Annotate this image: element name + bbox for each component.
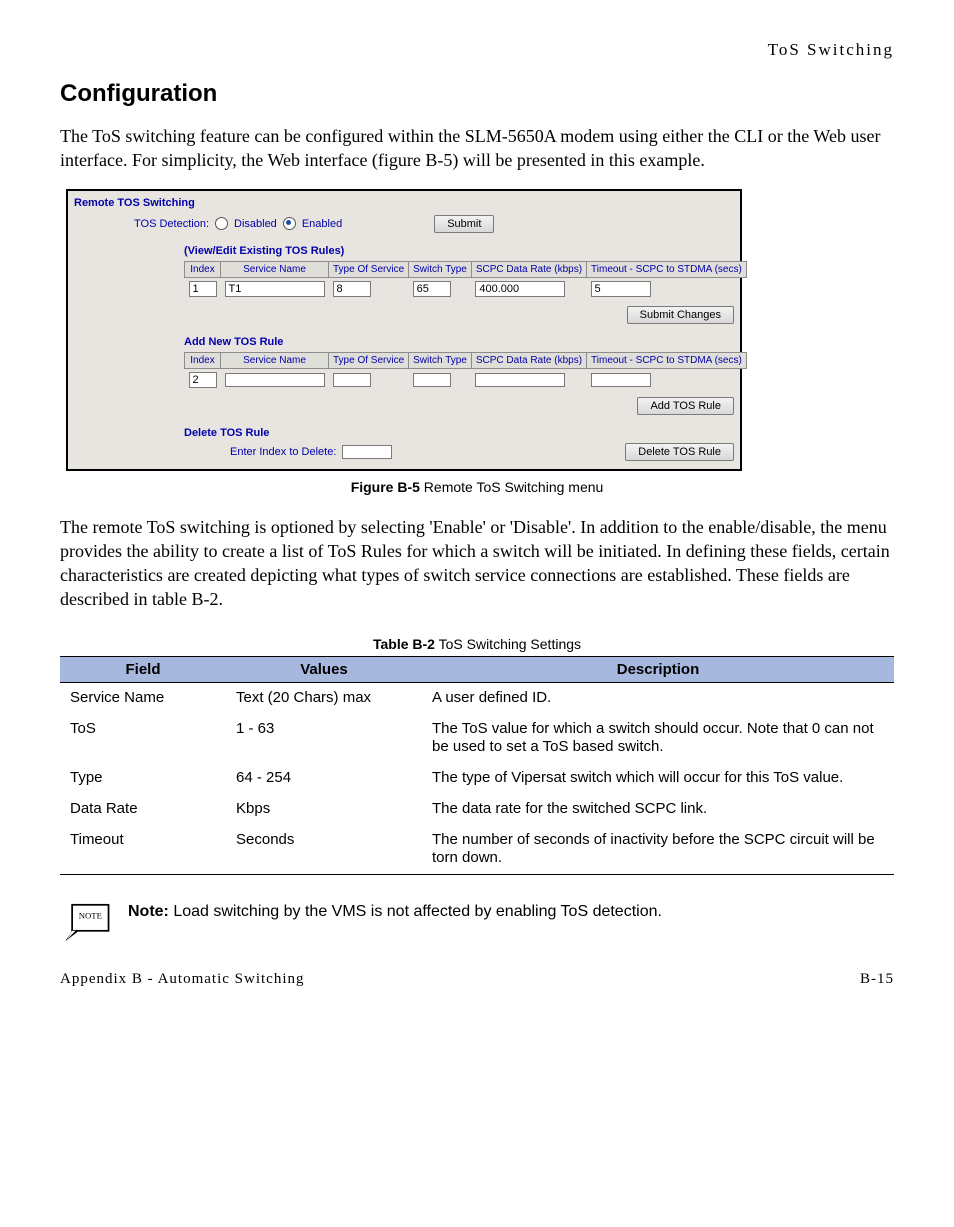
add-service[interactable] (225, 373, 325, 387)
th-field: Field (60, 656, 226, 682)
cell-desc: The ToS value for which a switch should … (422, 714, 894, 764)
submit-button[interactable]: Submit (434, 215, 494, 233)
cell-values: Text (20 Chars) max (226, 682, 422, 713)
add-rule-table: Index Service Name Type Of Service Switc… (184, 352, 747, 391)
delete-rule-title: Delete TOS Rule (184, 427, 734, 439)
th-values: Values (226, 656, 422, 682)
svg-text:NOTE: NOTE (79, 911, 102, 921)
footer-left: Appendix B - Automatic Switching (60, 971, 304, 988)
existing-rules-table: Index Service Name Type Of Service Switc… (184, 261, 747, 300)
paragraph-2: The remote ToS switching is optioned by … (60, 515, 894, 612)
note-icon: NOTE (60, 903, 112, 943)
table-caption: Table B-2 ToS Switching Settings (60, 636, 894, 652)
radio-disabled-label: Disabled (234, 218, 277, 230)
table-row: Service Name Text (20 Chars) max A user … (60, 682, 894, 713)
note-bold: Note: (128, 903, 169, 920)
cell-field: ToS (60, 714, 226, 764)
col-index: Index (185, 261, 221, 277)
figure-caption: Figure B-5 Remote ToS Switching menu (60, 479, 894, 495)
table-row: Data Rate Kbps The data rate for the swi… (60, 794, 894, 825)
figure-caption-bold: Figure B-5 (351, 479, 420, 495)
screenshot-panel: Remote TOS Switching TOS Detection: Disa… (66, 189, 742, 471)
table-row: 1 T1 8 65 400.000 5 (185, 277, 747, 300)
cell-desc: The data rate for the switched SCPC link… (422, 794, 894, 825)
col-switch: Switch Type (409, 352, 472, 368)
figure-caption-text: Remote ToS Switching menu (420, 479, 603, 495)
add-timeout[interactable] (591, 373, 651, 387)
add-tos[interactable] (333, 373, 371, 387)
col-service: Service Name (221, 352, 329, 368)
radio-disabled[interactable] (215, 217, 228, 230)
existing-switch[interactable]: 65 (413, 281, 451, 297)
table-row: ToS 1 - 63 The ToS value for which a swi… (60, 714, 894, 764)
settings-table: Field Values Description Service Name Te… (60, 656, 894, 875)
add-index[interactable]: 2 (189, 372, 217, 388)
tos-detection-row: TOS Detection: Disabled Enabled Submit (134, 215, 734, 233)
cell-field: Timeout (60, 825, 226, 875)
panel-legend: Remote TOS Switching (74, 197, 734, 209)
delete-label: Enter Index to Delete: (230, 446, 336, 458)
table-caption-bold: Table B-2 (373, 636, 435, 652)
paragraph-1: The ToS switching feature can be configu… (60, 124, 894, 173)
add-rule-title: Add New TOS Rule (184, 336, 734, 348)
radio-enabled[interactable] (283, 217, 296, 230)
col-switch: Switch Type (409, 261, 472, 277)
cell-values: 64 - 254 (226, 763, 422, 794)
note-block: NOTE Note: Load switching by the VMS is … (60, 903, 894, 943)
radio-enabled-label: Enabled (302, 218, 342, 230)
table-caption-text: ToS Switching Settings (435, 636, 581, 652)
cell-values: 1 - 63 (226, 714, 422, 764)
footer-right: B-15 (860, 971, 894, 988)
add-rate[interactable] (475, 373, 565, 387)
existing-tos[interactable]: 8 (333, 281, 371, 297)
figure-b5: Remote TOS Switching TOS Detection: Disa… (60, 189, 894, 495)
tos-detection-label: TOS Detection: (134, 218, 209, 230)
col-timeout: Timeout - SCPC to STDMA (secs) (587, 352, 747, 368)
submit-changes-button[interactable]: Submit Changes (627, 306, 734, 324)
col-tos: Type Of Service (329, 352, 409, 368)
existing-service[interactable]: T1 (225, 281, 325, 297)
view-edit-title: (View/Edit Existing TOS Rules) (184, 245, 734, 257)
cell-values: Kbps (226, 794, 422, 825)
col-timeout: Timeout - SCPC to STDMA (secs) (587, 261, 747, 277)
cell-values: Seconds (226, 825, 422, 875)
delete-tos-rule-button[interactable]: Delete TOS Rule (625, 443, 734, 461)
cell-desc: A user defined ID. (422, 682, 894, 713)
running-header: ToS Switching (60, 40, 894, 60)
page-footer: Appendix B - Automatic Switching B-15 (60, 971, 894, 988)
cell-field: Type (60, 763, 226, 794)
col-rate: SCPC Data Rate (kbps) (471, 261, 586, 277)
col-index: Index (185, 352, 221, 368)
table-row: Timeout Seconds The number of seconds of… (60, 825, 894, 875)
existing-timeout[interactable]: 5 (591, 281, 651, 297)
existing-rate[interactable]: 400.000 (475, 281, 565, 297)
section-heading: Configuration (60, 80, 894, 108)
th-description: Description (422, 656, 894, 682)
delete-index-input[interactable] (342, 445, 392, 459)
existing-index[interactable]: 1 (189, 281, 217, 297)
add-tos-rule-button[interactable]: Add TOS Rule (637, 397, 734, 415)
cell-desc: The type of Vipersat switch which will o… (422, 763, 894, 794)
col-service: Service Name (221, 261, 329, 277)
col-rate: SCPC Data Rate (kbps) (471, 352, 586, 368)
note-rest: Load switching by the VMS is not affecte… (169, 903, 662, 920)
col-tos: Type Of Service (329, 261, 409, 277)
table-row: Type 64 - 254 The type of Vipersat switc… (60, 763, 894, 794)
cell-desc: The number of seconds of inactivity befo… (422, 825, 894, 875)
table-row: 2 (185, 368, 747, 391)
cell-field: Data Rate (60, 794, 226, 825)
add-switch[interactable] (413, 373, 451, 387)
note-text: Note: Load switching by the VMS is not a… (128, 903, 662, 921)
cell-field: Service Name (60, 682, 226, 713)
